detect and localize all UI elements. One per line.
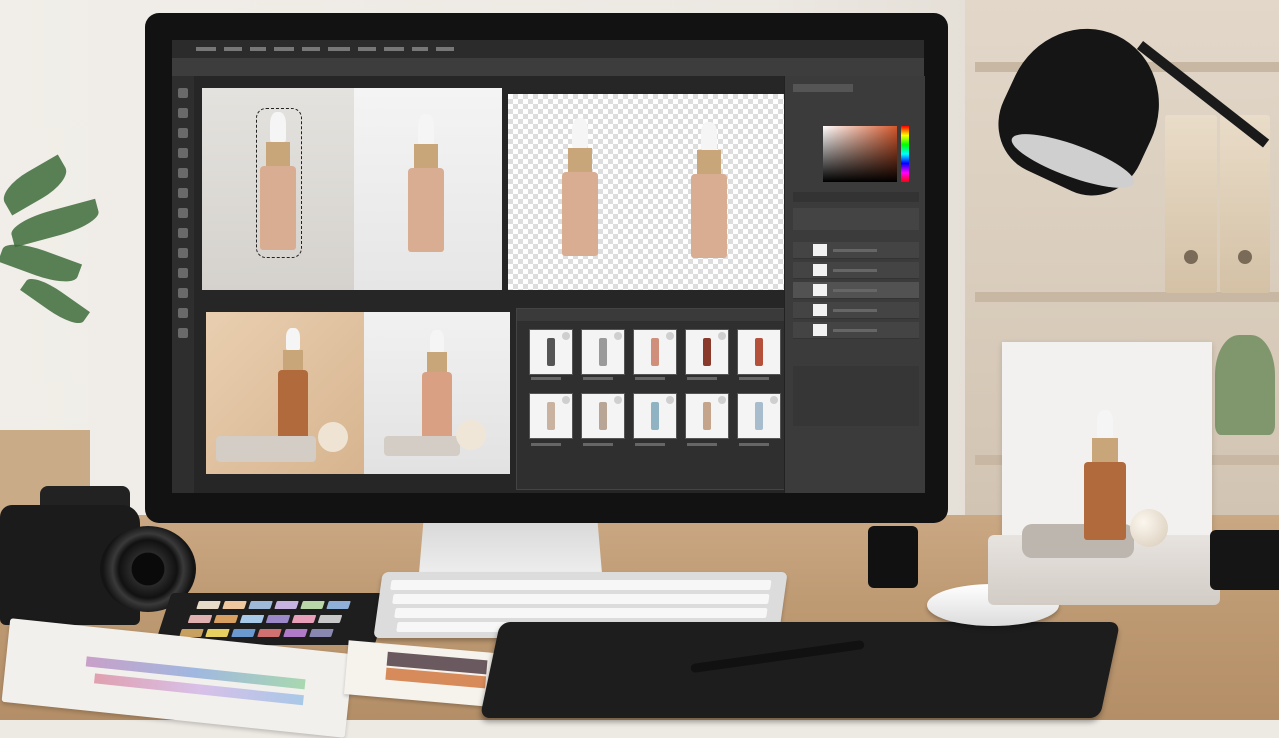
thumbnail[interactable] — [685, 393, 729, 439]
canvas-area[interactable] — [194, 76, 786, 493]
bottle-collar — [697, 150, 721, 174]
layer-controls[interactable] — [793, 208, 919, 230]
menu-item[interactable] — [302, 47, 320, 51]
bottle-collar — [568, 148, 592, 172]
hand-tool-icon[interactable] — [178, 308, 188, 318]
menu-item[interactable] — [196, 47, 216, 51]
pen-tool-icon[interactable] — [178, 268, 188, 278]
menu-item[interactable] — [436, 47, 454, 51]
binder-hole — [1184, 250, 1198, 264]
bottle-collar — [414, 144, 438, 168]
menu-item[interactable] — [224, 47, 242, 51]
type-tool-icon[interactable] — [178, 288, 188, 298]
brush-tool-icon[interactable] — [178, 188, 188, 198]
stone-pedestal — [384, 436, 460, 456]
menu-bar — [172, 40, 924, 58]
thumbnail-caption — [635, 443, 665, 446]
stamp-tool-icon[interactable] — [178, 208, 188, 218]
layer-row[interactable] — [793, 262, 919, 279]
bottle-body — [562, 172, 598, 256]
gradient-tool-icon[interactable] — [178, 248, 188, 258]
transparent-cutout-image[interactable] — [508, 94, 786, 290]
pen-tablet-icon — [479, 622, 1121, 718]
panel-tabs[interactable] — [793, 84, 853, 92]
eyedropper-tool-icon[interactable] — [178, 168, 188, 178]
marquee-tool-icon[interactable] — [178, 108, 188, 118]
dropper-bulb — [418, 114, 434, 144]
bottle-collar — [283, 350, 303, 370]
shelf-plant — [1215, 335, 1275, 435]
layer-row[interactable] — [793, 242, 919, 259]
layer-row[interactable] — [793, 282, 919, 299]
batch-thumbnails-panel — [516, 308, 786, 490]
dropper-bulb — [430, 330, 444, 352]
dropper-bulb — [286, 328, 300, 350]
thumbnail-caption — [531, 443, 561, 446]
crop-tool-icon[interactable] — [178, 148, 188, 158]
eraser-tool-icon[interactable] — [178, 228, 188, 238]
thumbnail-caption — [635, 377, 665, 380]
menu-item[interactable] — [250, 47, 266, 51]
shelf-board — [975, 292, 1279, 302]
clean-background-image[interactable] — [354, 88, 502, 290]
decor-sphere — [456, 420, 486, 450]
tools-panel — [172, 76, 194, 493]
thumbnail-caption — [739, 443, 769, 446]
bottle-collar — [427, 352, 447, 372]
dropper-bulb — [1097, 410, 1113, 438]
studio-image[interactable] — [364, 312, 510, 474]
bottle-body — [278, 370, 308, 444]
device-dock — [1210, 530, 1279, 590]
dropper-bulb — [701, 122, 717, 150]
layer-row[interactable] — [793, 322, 919, 339]
decor-sphere — [318, 422, 348, 452]
stone-pedestal — [216, 436, 316, 462]
thumbnail[interactable] — [529, 393, 573, 439]
pen-holder — [868, 526, 918, 588]
thumbnail-caption — [583, 377, 613, 380]
selection-marquee[interactable] — [256, 108, 302, 258]
thumbnail-caption — [687, 443, 717, 446]
thumbnail-caption — [531, 377, 561, 380]
adjustments-panel[interactable] — [793, 366, 919, 426]
thumbnail[interactable] — [581, 329, 625, 375]
before-image[interactable] — [202, 88, 354, 290]
options-bar — [172, 58, 924, 77]
bottle-body — [422, 372, 452, 444]
thumbnail-caption — [583, 443, 613, 446]
menu-item[interactable] — [384, 47, 404, 51]
thumbnail[interactable] — [685, 329, 729, 375]
thumbnail[interactable] — [737, 329, 781, 375]
right-panels — [784, 76, 925, 493]
thumbnail[interactable] — [581, 393, 625, 439]
menu-item[interactable] — [274, 47, 294, 51]
lasso-tool-icon[interactable] — [178, 128, 188, 138]
thumbnail-caption — [739, 377, 769, 380]
menu-item[interactable] — [328, 47, 350, 51]
bottle-body — [1084, 462, 1126, 540]
bottle-body — [408, 168, 444, 252]
thumbnail-caption — [687, 377, 717, 380]
move-tool-icon[interactable] — [178, 88, 188, 98]
thumbnail[interactable] — [633, 393, 677, 439]
zoom-tool-icon[interactable] — [178, 328, 188, 338]
lifestyle-image[interactable] — [206, 312, 364, 474]
bottle-collar — [1092, 438, 1118, 462]
decor-sphere — [1130, 509, 1168, 547]
layer-row[interactable] — [793, 302, 919, 319]
editor-screen — [172, 40, 925, 493]
binder-hole — [1238, 250, 1252, 264]
thumbnail[interactable] — [737, 393, 781, 439]
thumbnail[interactable] — [529, 329, 573, 375]
menu-item[interactable] — [412, 47, 428, 51]
binder — [1165, 115, 1217, 293]
dropper-bulb — [572, 118, 588, 148]
menu-item[interactable] — [358, 47, 376, 51]
panel-header — [517, 309, 785, 321]
hue-slider[interactable] — [901, 126, 909, 182]
bottle-body — [691, 174, 727, 258]
panel-tabs[interactable] — [793, 192, 919, 202]
color-picker-field[interactable] — [823, 126, 897, 182]
thumbnail[interactable] — [633, 329, 677, 375]
